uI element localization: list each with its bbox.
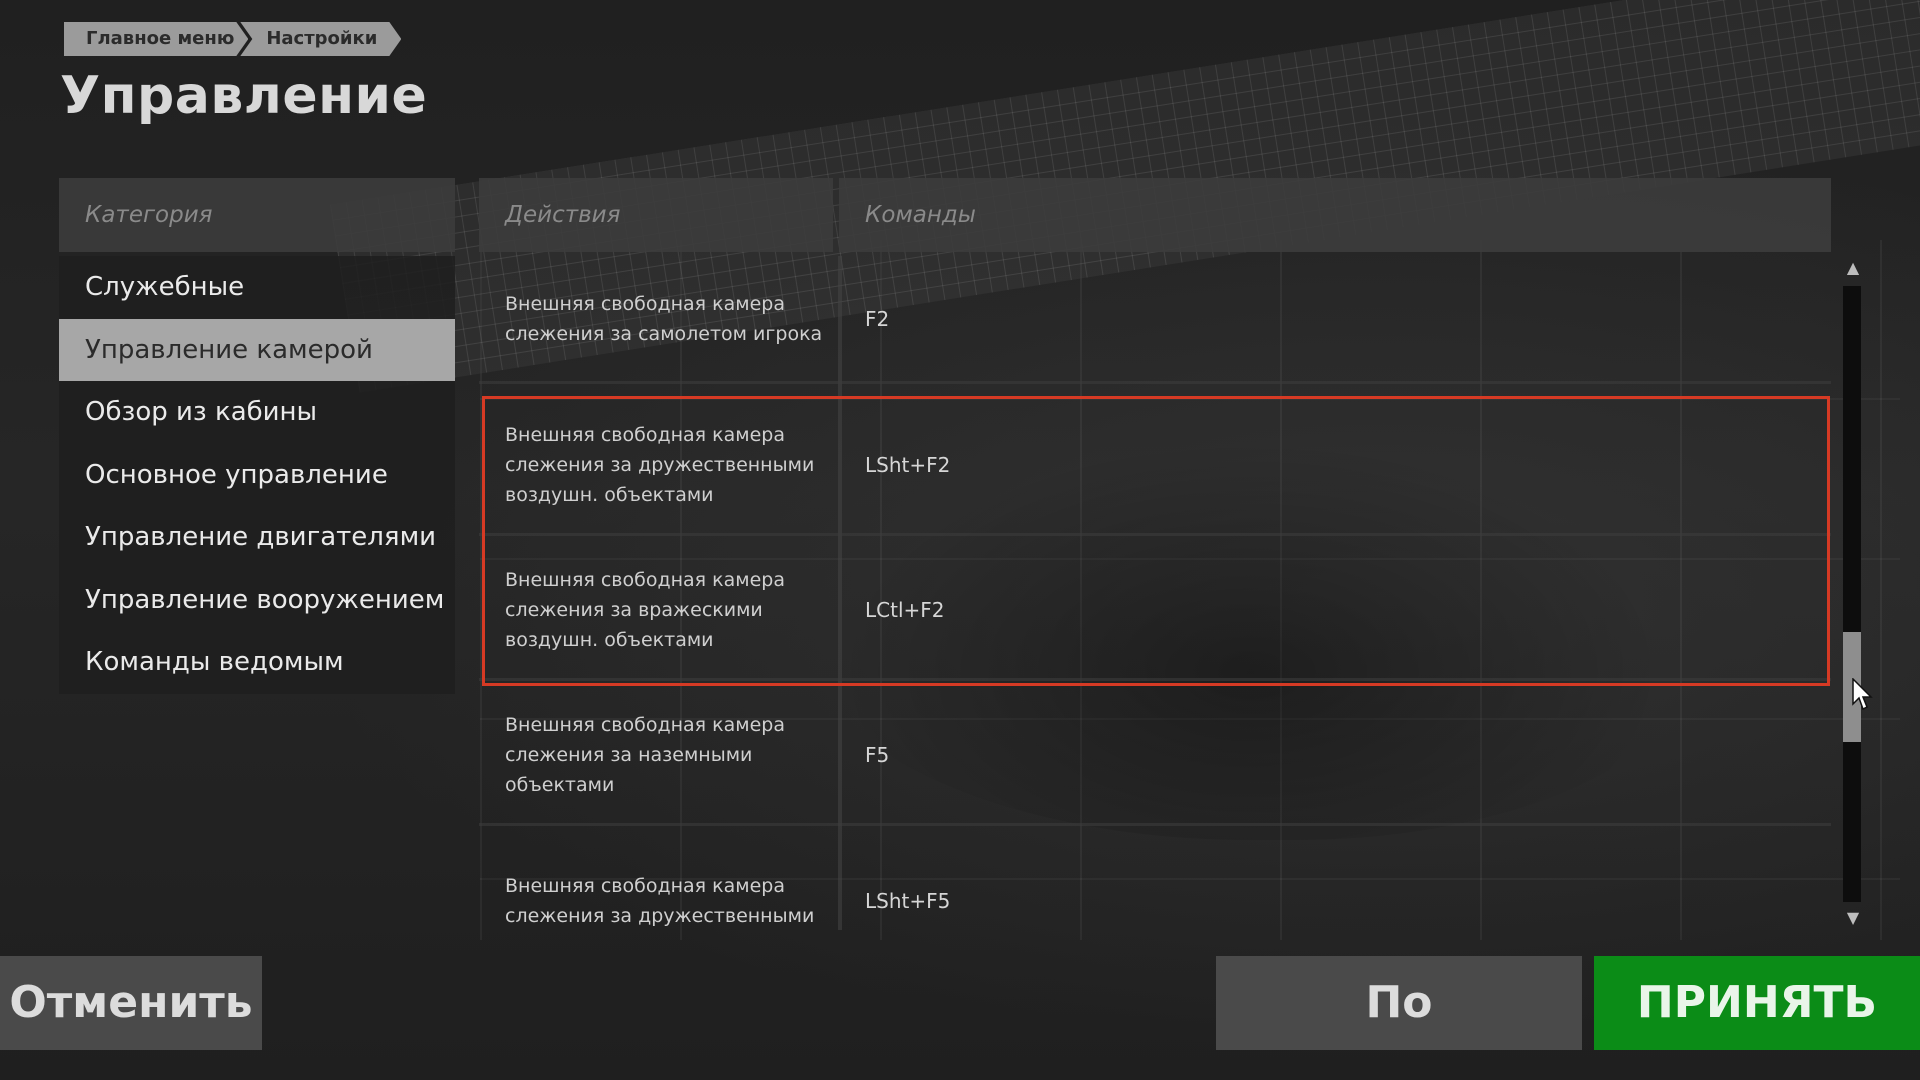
mouse-cursor-icon [1852, 678, 1873, 711]
scroll-down-icon[interactable]: ▼ [1842, 908, 1864, 928]
category-item-cockpit-view[interactable]: Обзор из кабины [59, 381, 455, 444]
command-binding[interactable]: F5 [839, 743, 1831, 767]
command-binding[interactable]: LSht+F2 [839, 453, 1831, 477]
scrollbar-track[interactable] [1843, 286, 1861, 902]
breadcrumb-settings[interactable]: Настройки [240, 22, 401, 56]
actions-header: Действия [479, 178, 833, 252]
controls-settings-screen: Главное меню Настройки Управление Катего… [0, 0, 1920, 1080]
commands-header: Команды [839, 178, 1831, 252]
action-label: Внешняя свободная камера слежения за вра… [505, 568, 785, 651]
action-label: Внешняя свободная камера слежения за сам… [505, 292, 823, 345]
action-row[interactable]: Внешняя свободная камера слежения за наз… [479, 686, 1831, 826]
category-item-weapons[interactable]: Управление вооружением [59, 569, 455, 632]
command-binding[interactable]: F2 [839, 307, 1831, 331]
action-row[interactable]: Внешняя свободная камера слежения за дру… [479, 831, 1831, 930]
actions-list: Внешняя свободная камера слежения за сам… [479, 256, 1831, 930]
category-item-wingman-commands[interactable]: Команды ведомым [59, 631, 455, 694]
action-row[interactable]: Внешняя свободная камера слежения за дру… [479, 396, 1831, 536]
default-button[interactable]: По умолчанию [1216, 956, 1582, 1080]
action-label: Внешняя свободная камера слежения за дру… [505, 423, 815, 506]
category-header: Категория [59, 178, 455, 252]
accept-button[interactable]: ПРИНЯТЬ [1594, 956, 1920, 1050]
action-row[interactable]: Внешняя свободная камера слежения за сам… [479, 256, 1831, 384]
category-item-engines[interactable]: Управление двигателями [59, 506, 455, 569]
category-list: Служебные Управление камерой Обзор из ка… [59, 256, 455, 694]
command-binding[interactable]: LCtl+F2 [839, 598, 1831, 622]
breadcrumb-main-menu[interactable]: Главное меню [64, 22, 248, 56]
action-label: Внешняя свободная камера слежения за дру… [505, 875, 815, 927]
breadcrumb: Главное меню Настройки [64, 22, 393, 56]
page-title: Управление [60, 66, 428, 126]
action-label: Внешняя свободная камера слежения за наз… [505, 713, 785, 796]
scroll-up-icon[interactable]: ▲ [1842, 258, 1864, 278]
category-item-camera[interactable]: Управление камерой [59, 318, 455, 381]
category-item-basic-controls[interactable]: Основное управление [59, 444, 455, 507]
action-row[interactable]: Внешняя свободная камера слежения за вра… [479, 541, 1831, 681]
cancel-button[interactable]: Отменить [0, 956, 262, 1050]
category-item-service[interactable]: Служебные [59, 256, 455, 319]
command-binding[interactable]: LSht+F5 [839, 889, 1831, 913]
